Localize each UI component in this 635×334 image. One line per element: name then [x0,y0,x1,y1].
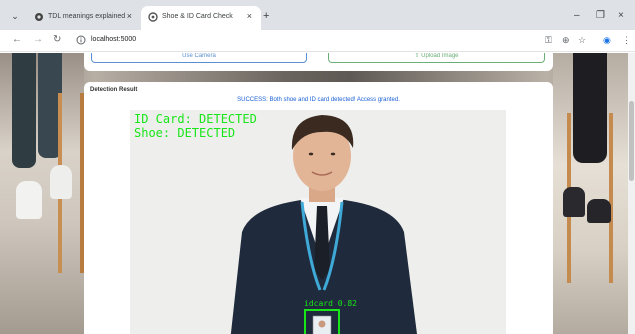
scrollbar-thumb[interactable] [629,101,634,181]
bg-sneaker [50,165,72,199]
page-viewport: Use Camera ⇧ Upload Image Detection Resu… [0,53,635,334]
password-key-icon[interactable]: ⚿ [545,34,552,46]
browser-tab-strip: ⌄ TDL meanings explained × Shoe & ID Car… [0,0,635,30]
overlay-id-card-status: ID Card: DETECTED [134,112,257,126]
tab-close-icon[interactable]: × [127,11,132,21]
browser-toolbar: ← → ↻ localhost:5000 ⚿ ⊕ ☆ ◉ ⋮ [0,30,635,52]
zoom-icon[interactable]: ⊕ [562,34,570,46]
profile-icon[interactable]: ◉ [603,34,611,46]
forward-button[interactable]: → [33,34,43,46]
overlay-shoe-status: Shoe: DETECTED [134,126,236,140]
back-button[interactable]: ← [12,34,22,46]
window-close-button[interactable]: × [618,11,624,21]
use-camera-button[interactable]: Use Camera [91,53,307,63]
bg-sneaker [587,199,611,223]
window-minimize-button[interactable]: – [574,11,580,21]
new-tab-button[interactable]: + [263,11,269,22]
tab-title: Shoe & ID Card Check [162,13,233,20]
tab-close-icon[interactable]: × [247,11,252,21]
bg-sneaker [563,187,585,217]
result-success-message: SUCCESS: Both shoe and ID card detected!… [237,97,400,103]
page-scrollbar[interactable] [628,53,635,334]
upload-image-button[interactable]: ⇧ Upload Image [328,53,545,63]
menu-kebab-icon[interactable]: ⋮ [622,34,631,46]
bg-sneaker [16,181,42,219]
detection-image: ID Card: DETECTED Shoe: DETECTED idcard … [130,110,506,334]
tab-tdl-meanings[interactable]: TDL meanings explained × [27,6,141,30]
detection-result-card: Detection Result SUCCESS: Both shoe and … [84,82,553,334]
background-photo-right [553,53,635,334]
tab-favicon-icon [35,13,43,21]
upload-controls-card: Use Camera ⇧ Upload Image [84,53,553,71]
tab-title: TDL meanings explained [48,13,126,20]
tab-search-chevron-icon[interactable]: ⌄ [8,9,22,23]
tab-favicon-icon [148,12,158,22]
bg-leg [12,53,36,168]
address-bar-url[interactable]: localhost:5000 [91,36,136,43]
window-restore-button[interactable]: ❐ [596,11,605,21]
result-title: Detection Result [90,87,138,93]
bookmark-star-icon[interactable]: ☆ [578,34,586,46]
overlay-detection-box-label: idcard 0.82 [304,299,357,308]
reload-button[interactable]: ↻ [53,34,61,46]
background-photo-left [0,53,84,334]
tab-shoe-id-card-check[interactable]: Shoe & ID Card Check × [141,6,261,30]
site-info-icon[interactable] [76,35,86,45]
